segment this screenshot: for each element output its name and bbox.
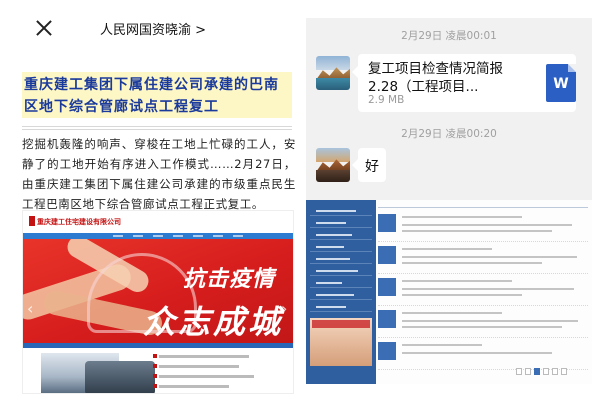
sidebar-item xyxy=(310,206,372,216)
nav-item xyxy=(113,235,123,237)
company-logo-icon xyxy=(29,216,35,226)
nav-item xyxy=(193,235,203,237)
page-button xyxy=(543,368,549,375)
news-bullet xyxy=(153,384,157,388)
sidebar-item xyxy=(310,242,372,252)
pagination xyxy=(516,368,586,376)
image-message[interactable] xyxy=(306,200,592,384)
news-item[interactable] xyxy=(159,385,229,388)
nav-item xyxy=(173,235,183,237)
news-bullet xyxy=(153,354,157,358)
article-body: 挖掘机轰隆的响声、穿梭在工地上忙碌的工人，安静了的工地开始有序进入工作模式……2… xyxy=(22,137,296,211)
article-headline: 重庆建工集团下属住建公司承建的巴南区地下综合管廊试点工程复工 xyxy=(24,77,279,115)
site-logo-text: 重庆建工住宅建设有限公司 xyxy=(37,218,121,226)
nav-item xyxy=(213,235,223,237)
news-bullet xyxy=(153,364,157,368)
list-item xyxy=(378,306,588,338)
sidebar-item xyxy=(310,302,372,312)
article-panel: 人民网国资晓渝 > 重庆建工集团下属住建公司承建的巴南区地下综合管廊试点工程复工… xyxy=(10,8,296,394)
sidebar-item xyxy=(310,230,372,240)
sidebar-item xyxy=(310,278,372,288)
message-timestamp: 2月29日 凌晨00:20 xyxy=(401,128,497,140)
news-bullet xyxy=(153,374,157,378)
page-button xyxy=(534,368,540,375)
article-source-title[interactable]: 人民网国资晓渝 > xyxy=(10,19,296,38)
avatar[interactable] xyxy=(316,56,350,90)
divider xyxy=(22,126,292,127)
page-button xyxy=(525,368,531,375)
collage: 人民网国资晓渝 > 重庆建工集团下属住建公司承建的巴南区地下综合管廊试点工程复工… xyxy=(0,0,602,402)
news-photo xyxy=(85,361,155,393)
news-item[interactable] xyxy=(159,375,254,378)
news-item[interactable] xyxy=(159,355,249,358)
word-icon: W xyxy=(546,64,576,102)
file-size: 2.9 MB xyxy=(368,94,405,106)
avatar[interactable] xyxy=(316,148,350,182)
banner-line-1: 抗击疫情 xyxy=(183,267,276,292)
list-item xyxy=(378,274,588,306)
company-website-screenshot: 重庆建工住宅建设有限公司 抗击疫情 众志成城 ‹ › xyxy=(22,210,294,394)
list-item xyxy=(378,338,588,370)
chevron-right-icon[interactable]: › xyxy=(281,299,291,318)
nav-item xyxy=(233,235,243,237)
site-promo-caption xyxy=(312,320,370,328)
site-main-header xyxy=(378,202,588,208)
anti-epidemic-banner: 抗击疫情 众志成城 ‹ › xyxy=(23,239,293,343)
chat-panel: 2月29日 凌晨00:01 复工项目检查情况简报 2.28（工程项目... W … xyxy=(306,18,592,384)
sidebar-item xyxy=(310,254,372,264)
file-name: 复工项目检查情况简报 2.28（工程项目... xyxy=(368,61,503,95)
sidebar-item xyxy=(310,266,372,276)
nav-item xyxy=(153,235,163,237)
site-header: 重庆建工住宅建设有限公司 xyxy=(23,211,293,233)
list-item xyxy=(378,242,588,274)
nav-item xyxy=(133,235,143,237)
page-button xyxy=(516,368,522,375)
banner-line-2: 众志成城 xyxy=(143,303,284,341)
message-timestamp: 2月29日 凌晨00:01 xyxy=(401,30,497,42)
divider xyxy=(22,129,292,130)
page-button xyxy=(561,368,567,375)
page-button xyxy=(552,368,558,375)
list-item xyxy=(378,210,588,242)
sidebar-item xyxy=(310,218,372,228)
sidebar-item xyxy=(310,290,372,300)
chevron-left-icon[interactable]: ‹ xyxy=(27,299,37,318)
article-header: 人民网国资晓渝 > xyxy=(10,8,296,48)
message-text: 好 xyxy=(365,159,379,175)
text-message[interactable]: 好 xyxy=(352,148,386,182)
news-item[interactable] xyxy=(159,365,239,368)
